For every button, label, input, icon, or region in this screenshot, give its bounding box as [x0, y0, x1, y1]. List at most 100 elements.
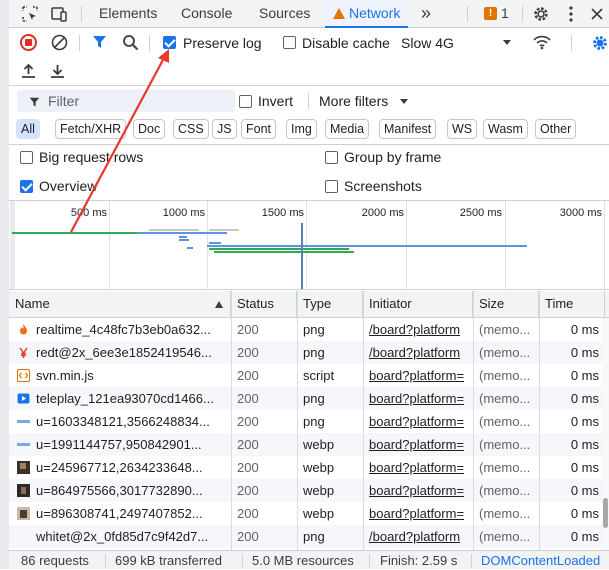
column-header-status[interactable]: Status — [231, 291, 297, 318]
settings-gear-icon[interactable] — [531, 4, 551, 24]
request-initiator-link[interactable]: board?platform= — [369, 387, 472, 410]
table-row[interactable]: u=864975566,3017732890... 200 webp board… — [9, 479, 609, 502]
type-filter-fetch-xhr[interactable]: Fetch/XHR — [55, 119, 127, 139]
tab-console[interactable]: Console — [181, 0, 232, 28]
type-filter-js[interactable]: JS — [212, 119, 237, 139]
throttling-select[interactable]: Slow 4G — [401, 35, 454, 51]
filter-funnel-icon[interactable] — [92, 35, 107, 53]
overview-checkbox[interactable] — [20, 180, 33, 193]
request-name: u=896308741,2497407852... — [36, 506, 203, 521]
table-row[interactable]: u=1991144757,950842901... 200 webp board… — [9, 433, 609, 456]
tab-network[interactable]: Network — [325, 0, 409, 28]
network-overview-timeline[interactable]: 500 ms 1000 ms 1500 ms 2000 ms 2500 ms 3… — [9, 200, 609, 290]
type-filter-ws[interactable]: WS — [447, 119, 478, 139]
table-row[interactable]: realtime_4c48fc7b3eb0a632... 200 png /bo… — [9, 318, 609, 341]
request-initiator-link[interactable]: /board?platform — [369, 318, 472, 341]
type-filter-manifest[interactable]: Manifest — [379, 119, 437, 139]
device-toolbar-icon[interactable] — [49, 4, 69, 24]
table-row[interactable]: redt@2x_6ee3e1852419546... 200 png /boar… — [9, 341, 609, 364]
clear-log-icon[interactable] — [51, 34, 68, 54]
request-time: 0 ms — [570, 529, 599, 544]
search-icon[interactable] — [122, 34, 139, 54]
column-header-name-label: Name — [15, 296, 50, 311]
overview-bar-blue — [137, 232, 227, 234]
disable-cache-checkbox[interactable] — [283, 36, 296, 49]
request-initiator-link[interactable]: board?platform= — [369, 364, 472, 387]
type-filter-doc[interactable]: Doc — [133, 119, 166, 139]
overview-bar-green — [12, 232, 137, 234]
dom-content-loaded-marker — [301, 223, 303, 289]
request-initiator-link[interactable]: board?platform= — [369, 456, 472, 479]
column-header-type[interactable]: Type — [297, 291, 363, 318]
status-finish-time: Finish: 2.59 s — [380, 553, 458, 568]
column-header-initiator[interactable]: Initiator — [363, 291, 473, 318]
table-scrollbar[interactable] — [602, 318, 609, 550]
close-devtools-icon[interactable] — [587, 4, 607, 24]
request-size: (memo... — [479, 414, 531, 429]
tick-gridline — [604, 201, 605, 289]
tab-sources[interactable]: Sources — [259, 0, 310, 28]
column-divider[interactable] — [297, 291, 298, 550]
table-row[interactable]: u=896308741,2497407852... 200 webp board… — [9, 502, 609, 525]
overview-bar-blue — [179, 236, 187, 238]
stop-recording-icon[interactable] — [20, 34, 37, 51]
type-filter-img[interactable]: Img — [286, 119, 317, 139]
request-initiator-link[interactable]: board?platform= — [369, 479, 472, 502]
inspect-element-icon[interactable] — [20, 4, 40, 24]
issues-icon[interactable]: ! — [484, 7, 497, 20]
filter-input[interactable]: Filter — [17, 90, 235, 112]
big-request-rows-checkbox[interactable] — [20, 151, 33, 164]
divider — [369, 554, 370, 567]
more-filters-dropdown[interactable]: More filters — [319, 93, 388, 109]
invert-checkbox[interactable] — [239, 95, 252, 108]
request-time: 0 ms — [570, 483, 599, 498]
group-by-frame-checkbox[interactable] — [325, 151, 338, 164]
table-row[interactable]: svn.min.js 200 script board?platform= (m… — [9, 364, 609, 387]
type-filter-font[interactable]: Font — [241, 119, 277, 139]
divider — [242, 554, 243, 567]
network-conditions-wifi-icon[interactable] — [533, 35, 551, 53]
request-name: u=864975566,3017732890... — [36, 483, 203, 498]
column-divider[interactable] — [539, 291, 540, 550]
type-filter-other[interactable]: Other — [535, 119, 577, 139]
table-scrollbar-thumb[interactable] — [603, 498, 608, 528]
column-divider[interactable] — [231, 291, 232, 550]
table-row[interactable]: u=245967712,2634233648... 200 webp board… — [9, 456, 609, 479]
request-initiator-link[interactable]: /board?platform — [369, 341, 472, 364]
table-row[interactable]: u=1603348121,3566248834... 200 png board… — [9, 410, 609, 433]
network-settings-gear-icon[interactable] — [591, 34, 609, 55]
overview-bar-gray — [209, 229, 239, 231]
request-status: 200 — [237, 437, 259, 452]
tab-elements[interactable]: Elements — [99, 0, 157, 28]
issues-count[interactable]: 1 — [501, 0, 509, 28]
column-header-time[interactable]: Time — [539, 291, 605, 318]
tick-label: 2000 ms — [361, 207, 404, 219]
more-options-kebab-icon[interactable] — [561, 4, 581, 24]
request-size: (memo... — [479, 391, 531, 406]
screenshots-checkbox[interactable] — [325, 180, 338, 193]
tick-label: 500 ms — [70, 207, 107, 219]
column-header-name[interactable]: Name — [9, 291, 231, 318]
table-row[interactable]: teleplay_121ea93070cd1466... 200 png boa… — [9, 387, 609, 410]
request-name: whitet@2x_0fd85d7c9f42d7... — [36, 529, 209, 544]
request-initiator-link[interactable]: board?platform= — [369, 433, 472, 456]
column-divider[interactable] — [473, 291, 474, 550]
import-har-upload-icon[interactable] — [21, 63, 36, 82]
request-initiator-link[interactable]: /board?platform — [369, 525, 472, 548]
table-row[interactable]: whitet@2x_0fd85d7c9f42d7... 200 png /boa… — [9, 525, 609, 548]
type-filter-css[interactable]: CSS — [173, 119, 209, 139]
overview-left-handle[interactable] — [10, 201, 15, 289]
request-initiator-link[interactable]: board?platform= — [369, 410, 472, 433]
export-har-download-icon[interactable] — [50, 63, 65, 82]
type-filter-all[interactable]: All — [16, 119, 40, 139]
more-tabs-chevron-icon[interactable]: » — [421, 0, 431, 28]
type-filter-media[interactable]: Media — [325, 119, 370, 139]
sort-ascending-icon[interactable] — [215, 301, 223, 308]
column-divider[interactable] — [363, 291, 364, 550]
type-filter-wasm[interactable]: Wasm — [483, 119, 528, 139]
throttling-chevron-down-icon[interactable] — [503, 40, 511, 45]
request-initiator-link[interactable]: board?platform= — [369, 502, 472, 525]
column-header-size[interactable]: Size — [473, 291, 539, 318]
more-filters-chevron-down-icon[interactable] — [400, 99, 408, 104]
preserve-log-checkbox[interactable] — [163, 36, 176, 49]
